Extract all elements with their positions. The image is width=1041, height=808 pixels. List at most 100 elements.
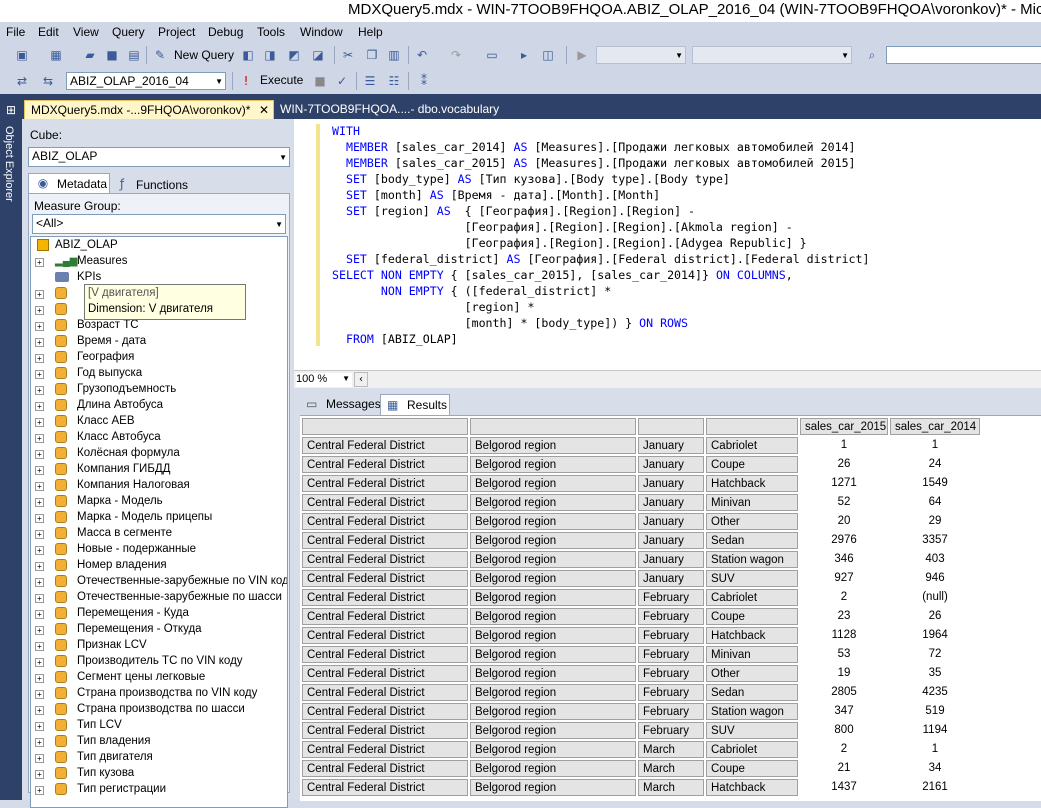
- value-cell[interactable]: 20: [800, 513, 888, 530]
- expand-icon[interactable]: +: [35, 562, 44, 571]
- expand-icon[interactable]: +: [35, 290, 44, 299]
- tab-messages[interactable]: ▭ Messages: [300, 394, 381, 415]
- value-cell[interactable]: 2: [800, 589, 888, 606]
- row-header-cell[interactable]: Minivan: [706, 494, 798, 511]
- row-header-cell[interactable]: Central Federal District: [302, 494, 468, 511]
- row-header-cell[interactable]: February: [638, 627, 704, 644]
- code-line[interactable]: SET [region] AS { [География].[Region].[…: [332, 204, 695, 218]
- row-header-cell[interactable]: February: [638, 646, 704, 663]
- code-line[interactable]: SET [federal_district] AS [География].[F…: [332, 252, 870, 266]
- undo-icon[interactable]: ↶: [414, 47, 430, 63]
- value-cell[interactable]: 1: [890, 437, 980, 454]
- row-header-cell[interactable]: Belgorod region: [470, 532, 636, 549]
- row-header-cell[interactable]: January: [638, 437, 704, 454]
- value-cell[interactable]: 946: [890, 570, 980, 587]
- row-header-cell[interactable]: Belgorod region: [470, 475, 636, 492]
- save-icon[interactable]: ■: [104, 47, 120, 63]
- row-header-cell[interactable]: Coupe: [706, 760, 798, 777]
- row-header-cell[interactable]: Central Federal District: [302, 741, 468, 758]
- expand-icon[interactable]: +: [35, 370, 44, 379]
- tab-mdxquery5[interactable]: MDXQuery5.mdx -...9FHQOA\voronkov)* ✕: [24, 100, 274, 119]
- cube-dropdown[interactable]: ABIZ_OLAP ▼: [28, 147, 290, 167]
- arrow-icon[interactable]: ▸: [516, 47, 532, 63]
- row-header-cell[interactable]: Central Federal District: [302, 551, 468, 568]
- value-cell[interactable]: 519: [890, 703, 980, 720]
- row-header-cell[interactable]: Cabriolet: [706, 589, 798, 606]
- value-cell[interactable]: 1549: [890, 475, 980, 492]
- row-header-cell[interactable]: Belgorod region: [470, 494, 636, 511]
- expand-icon[interactable]: +: [35, 306, 44, 315]
- row-header-cell[interactable]: Belgorod region: [470, 646, 636, 663]
- row-header-cell[interactable]: February: [638, 665, 704, 682]
- expand-icon[interactable]: +: [35, 754, 44, 763]
- code-line[interactable]: SET [month] AS [Время - дата].[Month].[M…: [332, 188, 660, 202]
- value-cell[interactable]: 72: [890, 646, 980, 663]
- code-line[interactable]: [География].[Region].[Region].[Akmola re…: [332, 220, 793, 234]
- row-header-cell[interactable]: Coupe: [706, 456, 798, 473]
- database-dropdown[interactable]: ABIZ_OLAP_2016_04 ▼: [66, 72, 226, 90]
- tree-root[interactable]: ABIZ_OLAP: [31, 238, 287, 254]
- expand-icon[interactable]: +: [35, 738, 44, 747]
- menu-edit[interactable]: Edit: [38, 25, 59, 39]
- column-header[interactable]: sales_car_2015: [800, 418, 888, 435]
- tree-item-dimension[interactable]: + Номер владения: [31, 558, 287, 574]
- row-header-cell[interactable]: Belgorod region: [470, 608, 636, 625]
- row-header-cell[interactable]: Sedan: [706, 532, 798, 549]
- tree-item-dimension[interactable]: + Страна производства по шасси: [31, 702, 287, 718]
- value-cell[interactable]: 927: [800, 570, 888, 587]
- tree-item-dimension[interactable]: + Тип кузова: [31, 766, 287, 782]
- menu-query[interactable]: Query: [112, 25, 145, 39]
- code-line[interactable]: SET [body_type] AS [Тип кузова].[Body ty…: [332, 172, 730, 186]
- tree-item-dimension[interactable]: + Страна производства по VIN коду: [31, 686, 287, 702]
- row-header-cell[interactable]: Cabriolet: [706, 437, 798, 454]
- tab-results[interactable]: ▦ Results: [380, 394, 450, 415]
- row-header-cell[interactable]: Central Federal District: [302, 703, 468, 720]
- row-header-cell[interactable]: Hatchback: [706, 779, 798, 796]
- code-line[interactable]: FROM [ABIZ_OLAP]: [332, 332, 458, 346]
- value-cell[interactable]: 26: [890, 608, 980, 625]
- expand-icon[interactable]: +: [35, 498, 44, 507]
- code-line[interactable]: MEMBER [sales_car_2015] AS [Measures].[П…: [332, 156, 856, 170]
- row-header-cell[interactable]: Belgorod region: [470, 551, 636, 568]
- cancel-execute-icon[interactable]: ■: [312, 73, 328, 89]
- save-all-icon[interactable]: ▤: [126, 47, 142, 63]
- row-header-cell[interactable]: Belgorod region: [470, 684, 636, 701]
- row-header-cell[interactable]: Central Federal District: [302, 627, 468, 644]
- value-cell[interactable]: 2161: [890, 779, 980, 796]
- tree-item-dimension[interactable]: + Марка - Модель: [31, 494, 287, 510]
- code-line[interactable]: [География].[Region].[Region].[Adygea Re…: [332, 236, 807, 250]
- more-options-icon[interactable]: ⁑: [416, 73, 432, 89]
- row-header-cell[interactable]: Central Federal District: [302, 722, 468, 739]
- find-in-files-icon[interactable]: ⌕: [864, 47, 880, 63]
- row-header-cell[interactable]: January: [638, 570, 704, 587]
- expand-icon[interactable]: +: [35, 466, 44, 475]
- scroll-left-icon[interactable]: ‹: [354, 372, 368, 387]
- tree-item-dimension[interactable]: + Марка - Модель прицепы: [31, 510, 287, 526]
- menu-view[interactable]: View: [73, 25, 99, 39]
- row-header-cell[interactable]: Coupe: [706, 608, 798, 625]
- expand-icon[interactable]: +: [35, 642, 44, 651]
- navigate-icon[interactable]: ▭: [484, 47, 500, 63]
- code-line[interactable]: [region] *: [332, 300, 535, 314]
- tree-item-dimension[interactable]: + Перемещения - Откуда: [31, 622, 287, 638]
- code-line[interactable]: NON EMPTY { ([federal_district] *: [332, 284, 611, 298]
- row-header-cell[interactable]: January: [638, 532, 704, 549]
- solution-config-dropdown[interactable]: ▼: [596, 46, 686, 64]
- expand-icon[interactable]: +: [35, 706, 44, 715]
- row-header-cell[interactable]: February: [638, 608, 704, 625]
- tree-item-dimension[interactable]: + Компания Налоговая: [31, 478, 287, 494]
- value-cell[interactable]: 24: [890, 456, 980, 473]
- value-cell[interactable]: 403: [890, 551, 980, 568]
- value-cell[interactable]: 19: [800, 665, 888, 682]
- object-explorer-label[interactable]: Object Explorer: [3, 126, 15, 202]
- value-cell[interactable]: 2: [800, 741, 888, 758]
- row-header-cell[interactable]: Central Federal District: [302, 665, 468, 682]
- comment-icon[interactable]: ☰: [362, 73, 378, 89]
- tree-item-dimension[interactable]: + Класс АЕВ: [31, 414, 287, 430]
- expand-icon[interactable]: +: [35, 578, 44, 587]
- tree-item-dimension[interactable]: + Тип LCV: [31, 718, 287, 734]
- expand-icon[interactable]: +: [35, 626, 44, 635]
- row-header-cell[interactable]: January: [638, 513, 704, 530]
- copy-icon[interactable]: ❐: [364, 47, 380, 63]
- value-cell[interactable]: 52: [800, 494, 888, 511]
